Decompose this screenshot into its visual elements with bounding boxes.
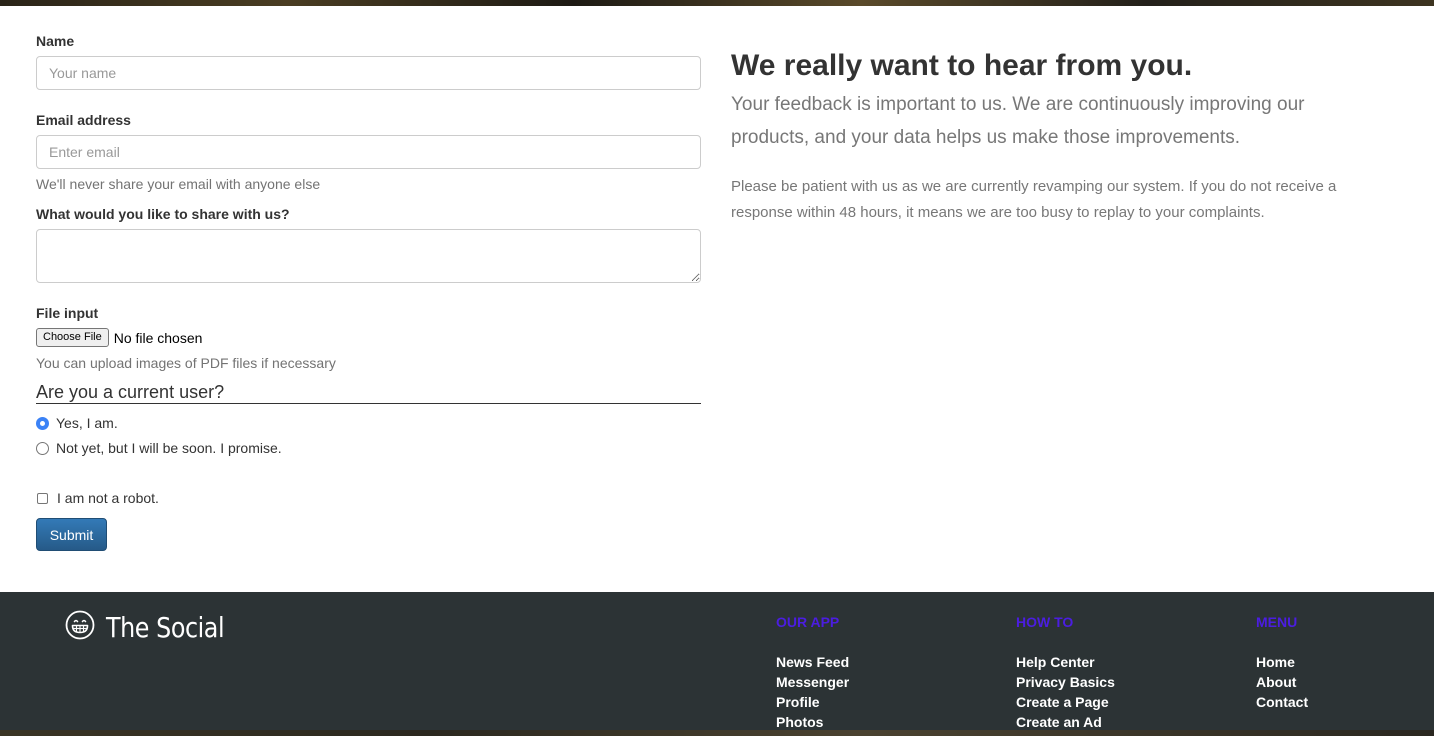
footer-link-create-page[interactable]: Create a Page	[1016, 692, 1115, 712]
name-label: Name	[36, 33, 75, 49]
footer-heading-menu: MENU	[1256, 614, 1298, 630]
email-help-text: We'll never share your email with anyone…	[36, 176, 321, 192]
radio-yes-label: Yes, I am.	[56, 415, 118, 431]
grin-face-icon	[65, 610, 95, 645]
current-user-legend: Are you a current user?	[36, 382, 701, 404]
footer-column-our-app: OUR APP News Feed Messenger Profile Phot…	[776, 614, 849, 732]
footer-heading-how-to: HOW TO	[1016, 614, 1074, 630]
footer-link-contact[interactable]: Contact	[1256, 692, 1308, 712]
choose-file-button[interactable]: Choose File	[36, 328, 109, 347]
file-status: No file chosen	[113, 329, 203, 346]
footer-link-help-center[interactable]: Help Center	[1016, 652, 1115, 672]
robot-checkbox[interactable]	[37, 492, 48, 504]
brand-name: The Social	[106, 611, 225, 644]
radio-not-yet-button[interactable]	[36, 441, 49, 455]
email-label: Email address	[36, 112, 131, 128]
radio-yes-button[interactable]	[36, 416, 49, 430]
background-image-strip	[0, 730, 1434, 736]
footer-heading-our-app: OUR APP	[776, 614, 840, 630]
footer-link-messenger[interactable]: Messenger	[776, 672, 849, 692]
footer-link-photos[interactable]: Photos	[776, 712, 849, 732]
submit-button[interactable]: Submit	[36, 518, 107, 551]
footer-column-how-to: HOW TO Help Center Privacy Basics Create…	[1016, 614, 1115, 732]
message-textarea[interactable]	[36, 229, 701, 283]
email-input[interactable]	[36, 135, 701, 169]
footer-link-create-ad[interactable]: Create an Ad	[1016, 712, 1115, 732]
footer-link-home[interactable]: Home	[1256, 652, 1308, 672]
radio-not-yet-label: Not yet, but I will be soon. I promise.	[56, 440, 282, 456]
file-input: Choose File No file chosen	[36, 328, 202, 347]
radio-option-not-yet[interactable]: Not yet, but I will be soon. I promise.	[36, 440, 282, 456]
footer-link-privacy-basics[interactable]: Privacy Basics	[1016, 672, 1115, 692]
robot-check-row[interactable]: I am not a robot.	[36, 490, 159, 506]
file-input-label: File input	[36, 305, 99, 321]
file-help-text: You can upload images of PDF files if ne…	[36, 355, 336, 371]
footer-link-news-feed[interactable]: News Feed	[776, 652, 849, 672]
brand-logo[interactable]: The Social	[65, 610, 245, 645]
footer-link-profile[interactable]: Profile	[776, 692, 849, 712]
name-input[interactable]	[36, 56, 701, 90]
lead-text: Your feedback is important to us. We are…	[731, 94, 1305, 148]
footer-link-about[interactable]: About	[1256, 672, 1308, 692]
radio-option-yes[interactable]: Yes, I am.	[36, 415, 118, 431]
robot-label: I am not a robot.	[57, 490, 159, 506]
page-headline: We really want to hear from you.	[731, 49, 1193, 82]
notice-paragraph: Please be patient with us as we are curr…	[731, 178, 1337, 221]
footer-column-menu: MENU Home About Contact	[1256, 614, 1308, 712]
site-footer: The Social OUR APP News Feed Messenger P…	[0, 592, 1434, 730]
header-image-strip	[0, 0, 1434, 6]
message-label: What would you like to share with us?	[36, 206, 290, 222]
